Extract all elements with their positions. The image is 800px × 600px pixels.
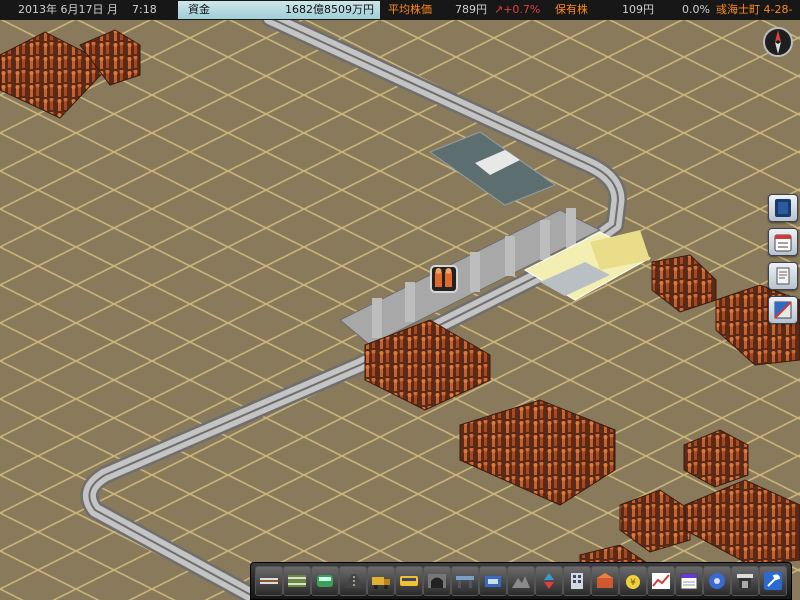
building-tool[interactable] <box>563 566 591 596</box>
graph-icon <box>652 573 670 589</box>
station-tool[interactable] <box>731 566 759 596</box>
truck-icon <box>372 577 390 589</box>
bridge-icon <box>456 576 474 588</box>
train-icon <box>317 575 333 587</box>
tunnel-tool[interactable] <box>423 566 451 596</box>
schedule-board-button[interactable] <box>768 228 798 256</box>
double-track-icon <box>288 575 306 587</box>
shares-value: 109円 <box>622 3 654 16</box>
funds-panel[interactable]: 資金 1682億8509万円 <box>178 1 380 19</box>
settings-icon <box>709 573 725 589</box>
vehicle-depot-icon <box>485 576 501 587</box>
report-button[interactable] <box>768 262 798 290</box>
terrain-tool[interactable] <box>507 566 535 596</box>
map-icon <box>774 301 792 319</box>
notebook-button[interactable] <box>768 194 798 222</box>
construction-toolbar: ¥ <box>250 562 792 600</box>
subsidiary-icon <box>597 573 613 588</box>
rail-track-icon <box>260 578 278 584</box>
tunnel-icon <box>428 574 446 588</box>
shares-percent: 0.0% <box>682 3 710 16</box>
station-marker-icon[interactable] <box>430 265 458 293</box>
game-world[interactable] <box>0 0 800 600</box>
subsidiary-tool[interactable] <box>591 566 619 596</box>
bus-icon <box>400 576 418 586</box>
raise-lower-tool[interactable] <box>535 566 563 596</box>
truck-tool[interactable] <box>367 566 395 596</box>
bus-tool[interactable] <box>395 566 423 596</box>
avg-stock-change: ↗+0.7% <box>494 3 541 16</box>
funds-value: 1682億8509万円 <box>285 3 374 16</box>
train-tool[interactable] <box>311 566 339 596</box>
double-track-tool[interactable] <box>283 566 311 596</box>
terrain-icon <box>512 576 530 588</box>
game-time: 7:18 <box>132 3 157 16</box>
notebook-icon <box>775 199 791 217</box>
settings-tool[interactable] <box>703 566 731 596</box>
station-icon <box>737 574 753 588</box>
avg-stock-value: 789円 <box>455 3 487 16</box>
finance-tool[interactable]: ¥ <box>619 566 647 596</box>
status-bar: 2013年 6月17日 月 7:18 資金 1682億8509万円 平均株価 7… <box>0 0 800 20</box>
avg-stock-label: 平均株価 <box>388 3 432 16</box>
calendar-tool[interactable] <box>675 566 703 596</box>
tools-tool[interactable] <box>759 566 787 596</box>
funds-label: 資金 <box>188 3 210 16</box>
rail-track-tool[interactable] <box>255 566 283 596</box>
shares-label: 保有株 <box>555 3 588 16</box>
map-button[interactable] <box>768 296 798 324</box>
report-icon <box>776 267 790 285</box>
bridge-tool[interactable] <box>451 566 479 596</box>
raise-lower-icon <box>544 573 554 589</box>
schedule-board-icon <box>774 234 792 252</box>
building-icon <box>571 573 583 589</box>
road-icon <box>344 574 362 588</box>
vehicle-depot-tool[interactable] <box>479 566 507 596</box>
finance-icon: ¥ <box>626 575 640 589</box>
location-name: 彧海士町 4-28- <box>716 3 793 16</box>
road-tool[interactable] <box>339 566 367 596</box>
graph-tool[interactable] <box>647 566 675 596</box>
game-date: 2013年 6月17日 月 <box>18 3 118 16</box>
calendar-icon <box>680 573 698 590</box>
compass-icon[interactable] <box>762 26 794 58</box>
tools-icon <box>764 572 782 590</box>
svg-text:¥: ¥ <box>630 578 636 588</box>
